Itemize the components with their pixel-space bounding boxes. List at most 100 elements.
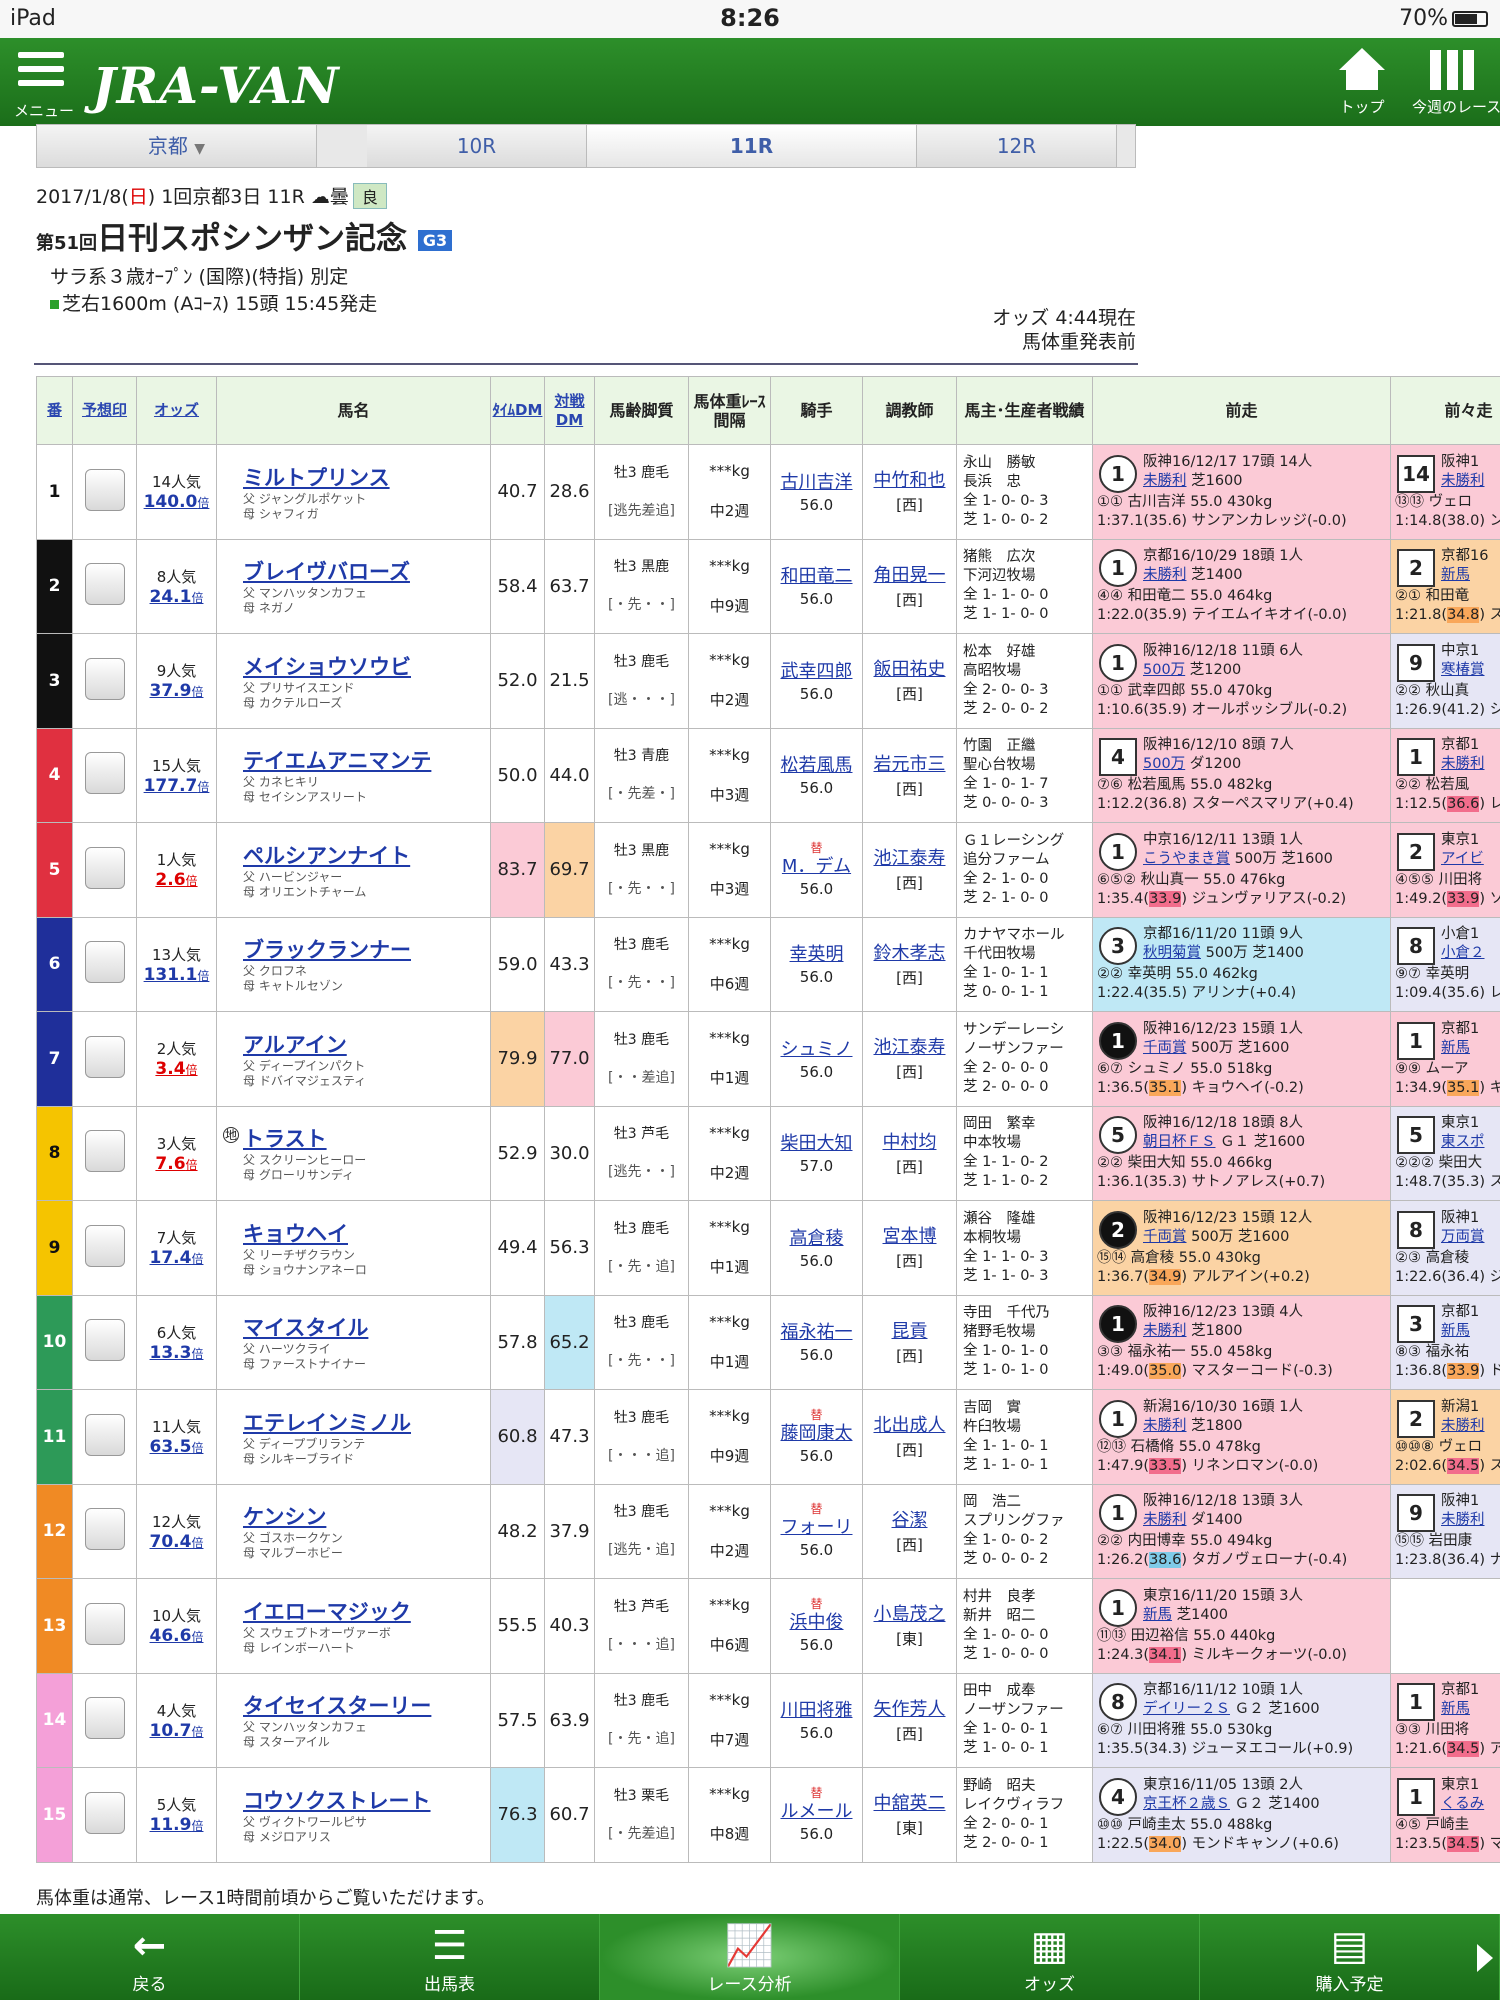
jockey-link[interactable]: 柴田大知 <box>772 1131 862 1157</box>
odds-link[interactable]: 63.5倍 <box>138 1437 216 1457</box>
col-odds[interactable]: オッズ <box>136 376 217 445</box>
menu-icon[interactable] <box>18 52 64 94</box>
jockey-link[interactable]: 福永祐一 <box>772 1320 862 1346</box>
trainer-link[interactable]: 角田晃一 <box>864 563 956 589</box>
mark-checkbox[interactable] <box>84 1413 125 1456</box>
mark-checkbox[interactable] <box>84 846 125 889</box>
mark-cell[interactable] <box>72 727 137 823</box>
jockey-link[interactable]: 川田将雅 <box>772 1698 862 1724</box>
trainer-link[interactable]: 中舘英二 <box>864 1791 956 1817</box>
prev-race-cell[interactable]: 1 阪神16/12/18 13頭 3人 未勝利 ダ1400 ②② 内田博幸 55.0 … <box>1092 1483 1391 1579</box>
mark-checkbox[interactable] <box>84 468 125 511</box>
plan-button[interactable]: ▤ 購入予定 <box>1200 1914 1500 2000</box>
race-tab-current[interactable]: 11R <box>587 125 917 167</box>
prev-race-class[interactable]: 朝日杯ＦＳ <box>1143 1134 1216 1150</box>
mark-checkbox[interactable] <box>84 1319 125 1362</box>
prev-race-cell[interactable]: 1 中京16/12/11 13頭 1人 こうやまき賞 500万 芝1600 ⑥⑤② 秋… <box>1092 822 1391 918</box>
prev-race-cell[interactable]: 1 阪神16/12/23 15頭 1人 千両賞 500万 芝1600 ⑥⑦ シュミノ … <box>1092 1011 1391 1107</box>
prev-race-class[interactable]: 新馬 <box>1143 1607 1172 1623</box>
mark-checkbox[interactable] <box>84 752 125 795</box>
trainer-link[interactable]: 鈴木孝志 <box>864 941 956 967</box>
mark-cell[interactable] <box>72 1389 137 1485</box>
table-row[interactable]: 2 8人気 24.1倍 ブレイヴバローズ父 マンハッタンカフェ母 ネガノ 58.4 63.… <box>36 538 1500 634</box>
jockey-link[interactable]: 和田竜二 <box>772 564 862 590</box>
odds-link[interactable]: 177.7倍 <box>138 776 216 796</box>
table-row[interactable]: 4 15人気 177.7倍 テイエムアニマンテ父 カネヒキリ母 セイシンアスリート 50… <box>36 727 1500 823</box>
col-number[interactable]: 番 <box>36 376 73 445</box>
prev-race-class[interactable]: 未勝利 <box>1143 473 1187 489</box>
odds-cell[interactable]: 8人気 24.1倍 <box>136 538 217 634</box>
table-row[interactable]: 15 5人気 11.9倍 コウソクストレート父 ヴィクトワールピサ母 メジロアリス 76… <box>36 1767 1500 1863</box>
odds-link[interactable]: 7.6倍 <box>138 1154 216 1174</box>
horse-name-link[interactable]: ブラックランナー <box>243 934 490 964</box>
trainer-link[interactable]: 中村均 <box>864 1130 956 1156</box>
horse-name-link[interactable]: トラスト <box>243 1123 490 1153</box>
prev-race-class[interactable]: 未勝利 <box>1143 1323 1187 1339</box>
jockey-link[interactable]: 藤岡康太 <box>772 1421 862 1447</box>
trainer-link[interactable]: 北出成人 <box>864 1413 956 1439</box>
mark-cell[interactable] <box>72 1767 137 1863</box>
prev-race-cell[interactable]: 1 新潟16/10/30 16頭 1人 未勝利 芝1800 ⑫⑬ 石橋脩 55.0 4… <box>1092 1389 1391 1485</box>
table-row[interactable]: 6 13人気 131.1倍 ブラックランナー父 クロフネ母 キャトルセゾン 59.0 43… <box>36 916 1500 1012</box>
prev-race-cell[interactable]: 1 阪神16/12/17 17頭 14人 未勝利 芝1600 ①① 古川吉洋 55.0… <box>1092 444 1391 540</box>
race-tab-next[interactable]: 12R <box>917 125 1117 167</box>
mark-checkbox[interactable] <box>84 1791 125 1834</box>
prev2-race-cell[interactable]: 5 東京1 東スポ ②②② 柴田大 1:48.7(35.3) ス <box>1390 1105 1500 1201</box>
prev2-race-cell[interactable]: 8 小倉1 小倉２ ⑨⑦ 幸英明 1:09.4(35.6) レ <box>1390 916 1500 1012</box>
table-row[interactable]: 12 12人気 70.4倍 ケンシン父 ゴスホークケン母 マルブーホビー 48.2 37.… <box>36 1483 1500 1579</box>
odds-link[interactable]: 140.0倍 <box>138 492 216 512</box>
prev-race-cell[interactable]: 2 阪神16/12/23 15頭 12人 千両賞 500万 芝1600 ⑮⑭ 高倉稜 … <box>1092 1200 1391 1296</box>
prev2-race-cell[interactable]: 9 阪神1 未勝利 ⑮⑮ 岩田康 1:23.8(36.4) ナ <box>1390 1483 1500 1579</box>
prev-race-class[interactable]: 未勝利 <box>1143 567 1187 583</box>
prev2-race-cell[interactable]: 14 阪神1 未勝利 ⑬⑬ ヴェロ 1:14.8(38.0) ン <box>1390 444 1500 540</box>
odds-link[interactable]: 2.6倍 <box>138 870 216 890</box>
jockey-link[interactable]: フォーリ <box>772 1515 862 1541</box>
horse-name-link[interactable]: ミルトプリンス <box>243 462 490 492</box>
prev2-race-cell[interactable]: 1東京1くるみ④⑤ 戸崎圭1:23.5(34.5) マ <box>1390 1767 1500 1863</box>
horse-name-link[interactable]: ブレイヴバローズ <box>243 556 490 586</box>
odds-cell[interactable]: 6人気 13.3倍 <box>136 1294 217 1390</box>
prev2-race-cell[interactable]: 9 中京1 寒椿賞 ②② 秋山真 1:26.9(41.2) シ <box>1390 633 1500 729</box>
col-time-dm[interactable]: ﾀｲﾑDM <box>490 376 545 445</box>
odds-link[interactable]: 10.7倍 <box>138 1721 216 1741</box>
mark-checkbox[interactable] <box>84 1508 125 1551</box>
table-row[interactable]: 9 7人気 17.4倍 キョウヘイ父 リーチザクラウン母 ショウナンアネーロ 49.4 5… <box>36 1200 1500 1296</box>
jockey-link[interactable]: 浜中俊 <box>772 1610 862 1636</box>
mark-cell[interactable] <box>72 633 137 729</box>
jra-van-logo[interactable]: JRA-VAN <box>92 56 340 115</box>
horse-name-link[interactable]: マイスタイル <box>243 1312 490 1342</box>
horse-name-link[interactable]: メイショウソウビ <box>243 651 490 681</box>
prev-race-cell[interactable]: 1 阪神16/12/23 13頭 4人 未勝利 芝1800 ③③ 福永祐一 55.0 … <box>1092 1294 1391 1390</box>
prev-race-class[interactable]: 未勝利 <box>1143 1512 1187 1528</box>
trainer-link[interactable]: 池江泰寿 <box>864 1035 956 1061</box>
prev2-race-cell[interactable]: 1京都1新馬⑨⑨ ムーア1:34.9(35.1) キ <box>1390 1011 1500 1107</box>
odds-cell[interactable]: 10人気 46.6倍 <box>136 1578 217 1674</box>
odds-link[interactable]: 3.4倍 <box>138 1059 216 1079</box>
prev-race-cell[interactable]: 3 京都16/11/20 11頭 9人 秋明菊賞 500万 芝1400 ②② 幸英明 … <box>1092 916 1391 1012</box>
table-row[interactable]: 8 3人気 7.6倍地トラスト父 スクリーンヒーロー母 グローリサンディ 52.9 30… <box>36 1105 1500 1201</box>
prev2-race-cell[interactable]: 2新潟1未勝利⑩⑩⑧ ヴェロ2:02.6(34.5) ス <box>1390 1389 1500 1485</box>
mark-checkbox[interactable] <box>84 563 125 606</box>
prev2-race-cell[interactable] <box>1390 1578 1500 1674</box>
odds-link[interactable]: 37.9倍 <box>138 681 216 701</box>
jockey-link[interactable]: 古川吉洋 <box>772 470 862 496</box>
odds-link[interactable]: 11.9倍 <box>138 1815 216 1835</box>
prev-race-cell[interactable]: 1 京都16/10/29 18頭 1人 未勝利 芝1400 ④④ 和田竜二 55.0 … <box>1092 538 1391 634</box>
prev-race-class[interactable]: 500万 <box>1143 662 1185 678</box>
mark-cell[interactable] <box>72 1105 137 1201</box>
prev-race-cell[interactable]: 8 京都16/11/12 10頭 1人 デイリー２Ｓ Ｇ２ 芝1600 ⑥⑦ 川田将雅… <box>1092 1672 1391 1768</box>
mark-cell[interactable] <box>72 1578 137 1674</box>
mark-cell[interactable] <box>72 1483 137 1579</box>
table-row[interactable]: 1 14人気 140.0倍 ミルトプリンス父 ジャングルポケット母 シャフィガ 40.7… <box>36 444 1500 540</box>
trainer-link[interactable]: 池江泰寿 <box>864 846 956 872</box>
table-row[interactable]: 3 9人気 37.9倍 メイショウソウビ父 プリサイスエンド母 カクテルローズ 52.0… <box>36 633 1500 729</box>
horse-name-link[interactable]: ペルシアンナイト <box>243 840 490 870</box>
odds-cell[interactable]: 7人気 17.4倍 <box>136 1200 217 1296</box>
trainer-link[interactable]: 昆貢 <box>864 1319 956 1345</box>
prev2-race-cell[interactable]: 1京都1新馬③③ 川田将1:21.6(34.5) ア <box>1390 1672 1500 1768</box>
jockey-link[interactable]: シュミノ <box>772 1037 862 1063</box>
trainer-link[interactable]: 飯田祐史 <box>864 657 956 683</box>
venue-select[interactable]: 京都 ▼ <box>37 125 317 167</box>
mark-checkbox[interactable] <box>84 1035 125 1078</box>
horse-name-link[interactable]: テイエムアニマンテ <box>243 745 490 775</box>
